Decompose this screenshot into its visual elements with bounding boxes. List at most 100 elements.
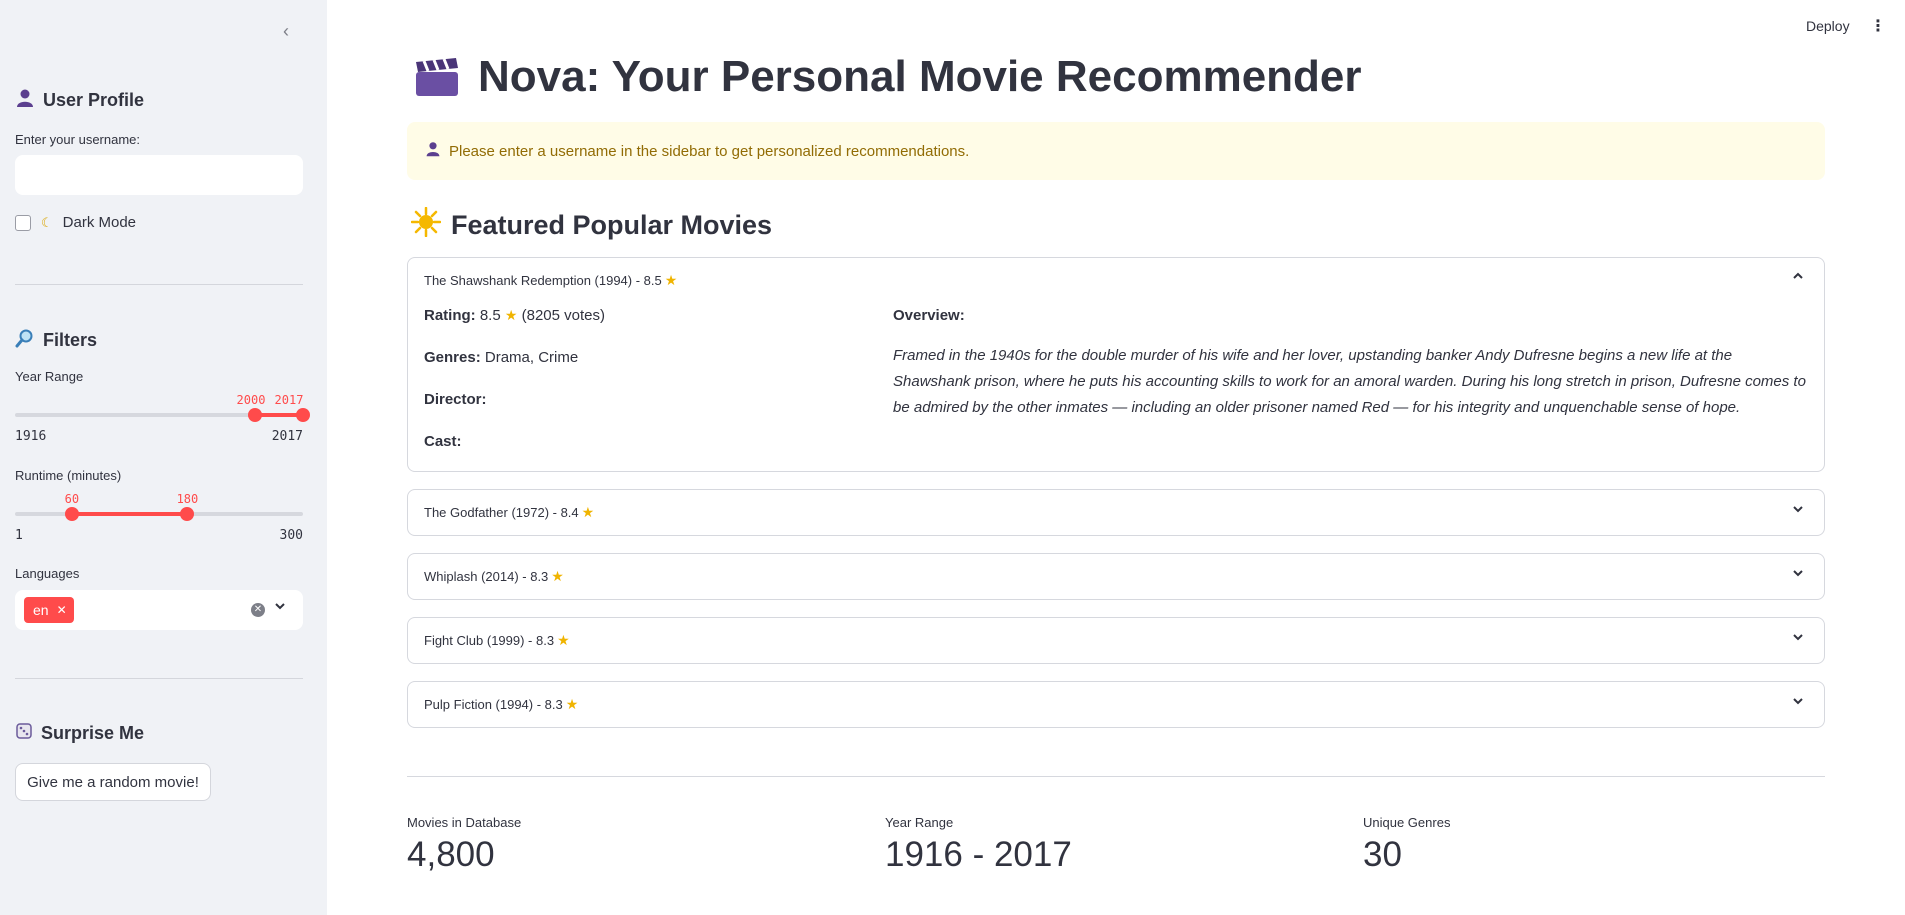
chevron-down-icon[interactable]: [1792, 631, 1804, 646]
star-icon: ★: [551, 568, 564, 584]
user-icon: [15, 88, 35, 113]
genres-row: Genres: Drama, Crime: [424, 349, 578, 366]
metric-value: 30: [1363, 835, 1402, 874]
metric-label: Movies in Database: [407, 815, 522, 830]
runtime-slider[interactable]: 60 180 1 300: [15, 492, 303, 544]
director-row: Director:: [424, 391, 487, 408]
sidebar: ‹ User Profile Enter your username: ☾ Da…: [0, 0, 327, 915]
section-divider: [407, 776, 1825, 777]
dark-mode-label: Dark Mode: [62, 214, 137, 231]
clear-all-icon[interactable]: ✕: [251, 603, 265, 617]
slider-value-high: 2017: [274, 393, 304, 407]
chevron-up-icon[interactable]: [1792, 270, 1804, 285]
filters-heading: Filters: [15, 328, 97, 353]
rating-row: Rating: 8.5 ★ (8205 votes): [424, 307, 605, 324]
collapse-sidebar-icon[interactable]: ‹: [276, 20, 296, 42]
overview-label-text: Overview:: [893, 307, 965, 324]
page-title: Nova: Your Personal Movie Recommender: [414, 52, 1362, 102]
languages-label: Languages: [15, 566, 80, 581]
profile-heading: User Profile: [15, 88, 144, 113]
slider-min: 1916: [15, 429, 47, 444]
metric-label: Unique Genres: [1363, 815, 1451, 830]
year-range-slider[interactable]: 2000 2017 1916 2017: [15, 393, 310, 445]
page-title-text: Nova: Your Personal Movie Recommender: [478, 52, 1362, 101]
slider-min: 1: [15, 528, 23, 543]
star-icon: ★: [581, 504, 595, 520]
metric-label: Year Range: [885, 815, 954, 830]
surprise-heading-text: Surprise Me: [41, 723, 145, 743]
filters-heading-text: Filters: [43, 330, 98, 350]
alert-text: Please enter a username in the sidebar t…: [449, 142, 970, 160]
slider-thumb-high[interactable]: [296, 408, 310, 422]
genres-value: Drama, Crime: [484, 349, 579, 366]
slider-max: 300: [279, 528, 303, 543]
slider-value-high: 180: [176, 492, 199, 506]
slider-thumb-low[interactable]: [247, 408, 262, 422]
info-alert: Please enter a username in the sidebar t…: [407, 122, 1825, 180]
movie-title: Pulp Fiction (1994) - 8.3: [424, 697, 563, 712]
featured-heading-text: Featured Popular Movies: [451, 210, 773, 240]
star-icon: ★: [565, 696, 579, 712]
profile-heading-text: User Profile: [43, 90, 145, 110]
chevron-down-icon[interactable]: [274, 599, 286, 615]
star-icon: ★: [664, 272, 678, 288]
dice-icon: [15, 722, 33, 745]
slider-max: 2017: [271, 429, 303, 444]
deploy-button[interactable]: Deploy: [1806, 18, 1850, 34]
random-movie-button[interactable]: Give me a random movie!: [15, 763, 211, 801]
language-tag[interactable]: en ✕: [24, 597, 74, 623]
sparkle-icon: [410, 206, 442, 244]
languages-multiselect[interactable]: en ✕ ✕: [15, 590, 303, 630]
sidebar-divider: [15, 678, 303, 679]
slider-thumb-low[interactable]: [64, 507, 79, 521]
movie-title: Whiplash (2014) - 8.3: [424, 569, 549, 584]
votes: (8205 votes): [521, 307, 605, 324]
star-icon: ★: [504, 307, 518, 323]
slider-thumb-high[interactable]: [180, 507, 195, 521]
movie-expander-header[interactable]: Fight Club (1999) - 8.3 ★: [424, 632, 570, 649]
cast-row: Cast:: [424, 433, 462, 450]
movie-title: The Shawshank Redemption (1994) - 8.5: [424, 273, 662, 288]
movie-expander[interactable]: The Shawshank Redemption (1994) - 8.5 ★ …: [407, 257, 1825, 472]
user-icon: [425, 141, 441, 161]
metric-value: 1916 - 2017: [885, 835, 1072, 874]
sidebar-divider: [15, 284, 303, 285]
slider-value-low: 2000: [236, 393, 266, 407]
rating-value: 8.5: [479, 307, 501, 324]
slider-fill: [71, 512, 188, 516]
movie-title: The Godfather (1972) - 8.4: [424, 505, 579, 520]
clapperboard-icon: [414, 56, 460, 98]
chevron-down-icon[interactable]: [1792, 567, 1804, 582]
movie-expander[interactable]: Whiplash (2014) - 8.3 ★: [407, 553, 1825, 600]
movie-expander-header[interactable]: The Shawshank Redemption (1994) - 8.5 ★: [424, 272, 677, 289]
surprise-heading: Surprise Me: [15, 722, 144, 745]
slider-value-low: 60: [64, 492, 80, 506]
chevron-down-icon[interactable]: [1792, 503, 1804, 518]
overview-text: Framed in the 1940s for the double murde…: [893, 347, 1806, 416]
kebab-menu-icon[interactable]: ⋮: [1870, 16, 1886, 36]
genres-label: Genres:: [424, 349, 481, 366]
tag-remove-icon[interactable]: ✕: [57, 603, 67, 617]
movie-expander[interactable]: Fight Club (1999) - 8.3 ★: [407, 617, 1825, 664]
dark-mode-toggle[interactable]: ☾ Dark Mode: [15, 214, 136, 231]
movie-expander-header[interactable]: Pulp Fiction (1994) - 8.3 ★: [424, 696, 578, 713]
year-range-label: Year Range: [15, 369, 84, 384]
magnifier-icon: [15, 328, 35, 353]
cast-label: Cast:: [424, 433, 462, 450]
username-input[interactable]: [15, 155, 303, 195]
movie-expander-header[interactable]: The Godfather (1972) - 8.4 ★: [424, 504, 594, 521]
movie-expander[interactable]: The Godfather (1972) - 8.4 ★: [407, 489, 1825, 536]
rating-label: Rating:: [424, 307, 476, 324]
moon-icon: ☾: [41, 214, 53, 230]
overview-label: Overview:: [893, 307, 965, 324]
star-icon: ★: [557, 632, 570, 648]
chevron-down-icon[interactable]: [1792, 695, 1804, 710]
runtime-label: Runtime (minutes): [15, 468, 122, 483]
dark-mode-checkbox[interactable]: [15, 214, 31, 231]
language-tag-text: en: [33, 602, 49, 618]
movie-expander-header[interactable]: Whiplash (2014) - 8.3 ★: [424, 568, 564, 585]
username-label: Enter your username:: [15, 132, 141, 147]
featured-heading: Featured Popular Movies: [410, 206, 773, 244]
movie-title: Fight Club (1999) - 8.3: [424, 633, 555, 648]
movie-expander[interactable]: Pulp Fiction (1994) - 8.3 ★: [407, 681, 1825, 728]
